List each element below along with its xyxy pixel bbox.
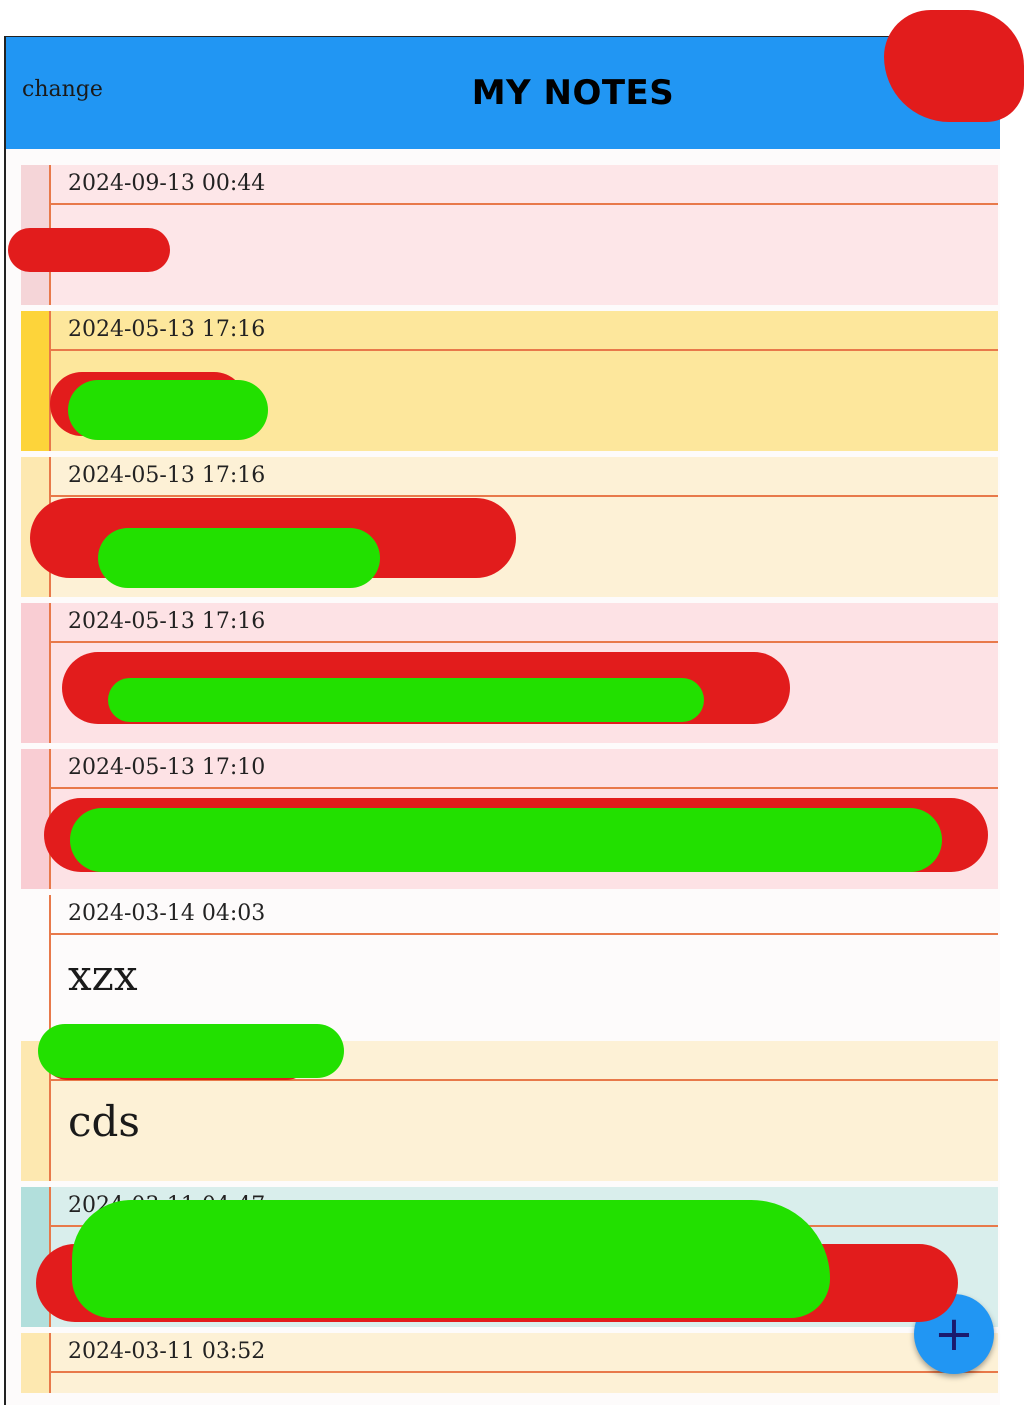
note-margin-line — [49, 895, 51, 1035]
note-card[interactable]: 2024-05-13 17:16 — [21, 603, 998, 743]
note-card[interactable]: 2024-03-11 03:52 — [21, 1333, 998, 1393]
note-color-stripe — [21, 1041, 49, 1181]
page-title: MY NOTES — [471, 73, 675, 113]
note-color-stripe — [21, 749, 49, 889]
note-date: 2024-05-13 17:16 — [68, 463, 266, 488]
note-rule-line — [51, 349, 998, 351]
note-margin-line — [49, 603, 51, 743]
note-margin-line — [49, 165, 51, 305]
note-date: 2024-09-13 00:44 — [68, 171, 266, 196]
note-color-stripe — [21, 603, 49, 743]
note-color-stripe — [21, 1187, 49, 1327]
note-margin-line — [49, 749, 51, 889]
note-color-stripe — [21, 457, 49, 597]
app-header: change MY NOTES — [6, 37, 1000, 149]
note-margin-line — [49, 311, 51, 451]
notes-list: 2024-09-13 00:44 2024-05-13 17:16 2024-0… — [21, 165, 1000, 1399]
note-margin-line — [49, 1041, 51, 1181]
note-date: 2024-05-13 17:10 — [68, 755, 266, 780]
note-date: 2024-03-11 04:47 — [68, 1193, 266, 1218]
note-card[interactable]: cds — [21, 1041, 998, 1181]
note-date: 2024-05-13 17:16 — [68, 317, 266, 342]
note-margin-line — [49, 1333, 51, 1393]
note-rule-line — [51, 1225, 998, 1227]
note-body: cds — [68, 1097, 140, 1146]
add-note-button[interactable]: + — [914, 1294, 994, 1374]
note-color-stripe — [21, 311, 49, 451]
note-color-stripe — [21, 165, 49, 305]
note-margin-line — [49, 1187, 51, 1327]
note-rule-line — [51, 933, 998, 935]
note-date: 2024-03-11 03:52 — [68, 1339, 266, 1364]
note-rule-line — [51, 641, 998, 643]
note-body: xzx — [68, 951, 138, 1000]
note-card[interactable]: 2024-05-13 17:16 — [21, 311, 998, 451]
note-card[interactable]: 2024-03-14 04:03 xzx — [21, 895, 998, 1035]
note-rule-line — [51, 1371, 998, 1373]
note-rule-line — [51, 203, 998, 205]
note-card[interactable]: 2024-09-13 00:44 — [21, 165, 998, 305]
note-date: 2024-03-14 04:03 — [68, 901, 266, 926]
app-window: change MY NOTES 2024-09-13 00:44 2024-05… — [4, 36, 1000, 1405]
note-card[interactable]: 2024-05-13 17:10 — [21, 749, 998, 889]
note-rule-line — [51, 787, 998, 789]
note-color-stripe — [21, 1333, 49, 1393]
note-date: 2024-05-13 17:16 — [68, 609, 266, 634]
note-card[interactable]: 2024-05-13 17:16 — [21, 457, 998, 597]
note-rule-line — [51, 495, 998, 497]
note-color-stripe — [21, 895, 49, 1035]
note-margin-line — [49, 457, 51, 597]
note-card[interactable]: 2024-03-11 04:47 — [21, 1187, 998, 1327]
note-rule-line — [51, 1079, 998, 1081]
